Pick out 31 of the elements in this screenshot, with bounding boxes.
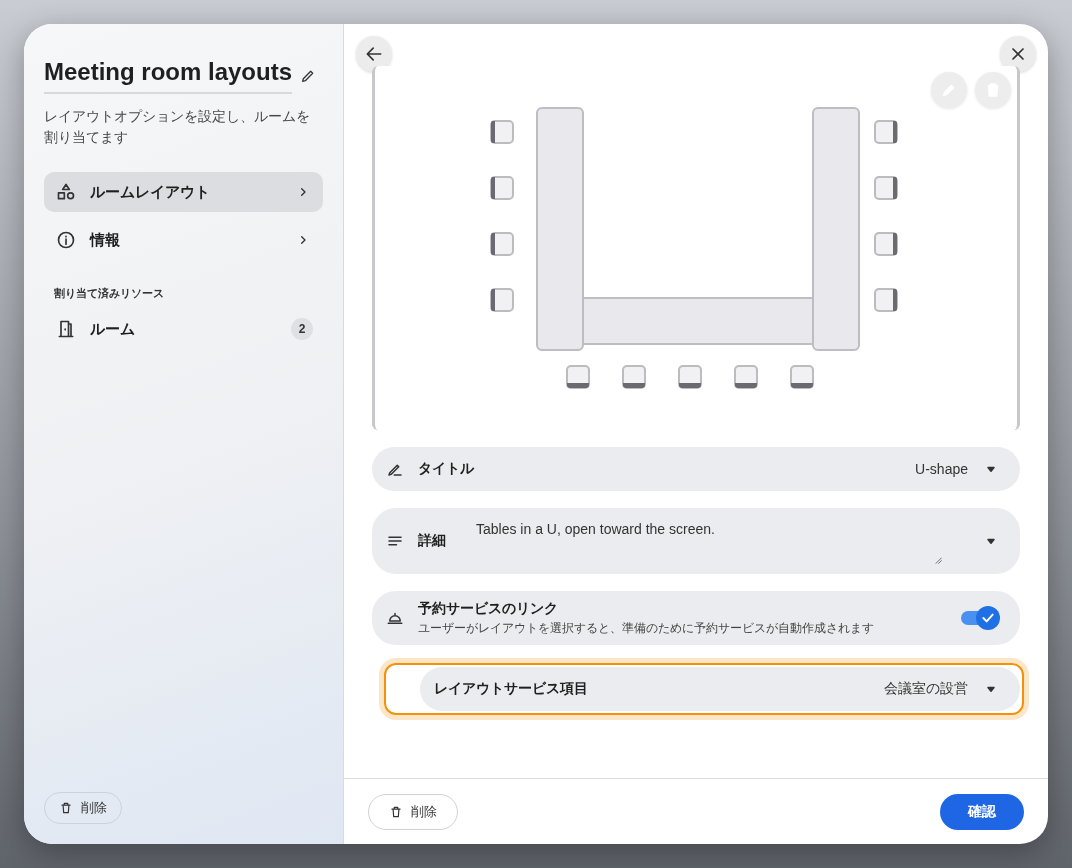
field-hint: ユーザーがレイアウトを選択すると、準備のために予約サービスが自動作成されます — [418, 619, 875, 637]
count-badge: 2 — [291, 318, 313, 340]
door-icon — [56, 319, 76, 339]
back-button[interactable] — [356, 36, 392, 72]
field-label: 予約サービスのリンク — [418, 599, 559, 618]
nav-item[interactable]: ルームレイアウト — [44, 172, 323, 212]
field-value: Tables in a U, open toward the screen. — [476, 521, 715, 537]
shapes-icon — [56, 182, 76, 202]
info-icon — [56, 230, 76, 250]
field-value: U-shape — [914, 461, 968, 477]
select-field[interactable]: タイトル U-shape — [372, 447, 1020, 491]
close-button[interactable] — [1000, 36, 1036, 72]
trash-icon — [59, 801, 73, 815]
nav-label: ルームレイアウト — [90, 182, 211, 202]
field-label: タイトル — [418, 460, 474, 478]
select-field[interactable]: レイアウトサービス項目 会議室の設営 — [420, 667, 1020, 711]
field-value: 会議室の設営 — [883, 680, 968, 698]
resource-label: ルーム — [90, 319, 136, 339]
textarea-field[interactable]: 詳細 Tables in a U, open toward the screen. — [372, 508, 1020, 574]
panel-title-field[interactable]: Meeting room layouts — [44, 58, 293, 94]
confirm-button[interactable]: 確認 — [940, 793, 1024, 830]
nav-item[interactable]: 情報 — [44, 220, 323, 260]
resize-grip-icon — [934, 556, 942, 564]
resource-item[interactable]: ルーム 2 — [44, 311, 323, 347]
field-label: レイアウトサービス項目 — [434, 680, 588, 698]
trash-icon — [389, 804, 403, 819]
panel-description: レイアウトオプションを設定し、ルームを割り当てます — [44, 107, 311, 147]
nav-label: 情報 — [90, 230, 121, 250]
back-arrow-icon — [364, 44, 384, 64]
field-label: 詳細 — [418, 532, 446, 550]
section-heading: 割り当て済みリソース — [54, 286, 165, 301]
